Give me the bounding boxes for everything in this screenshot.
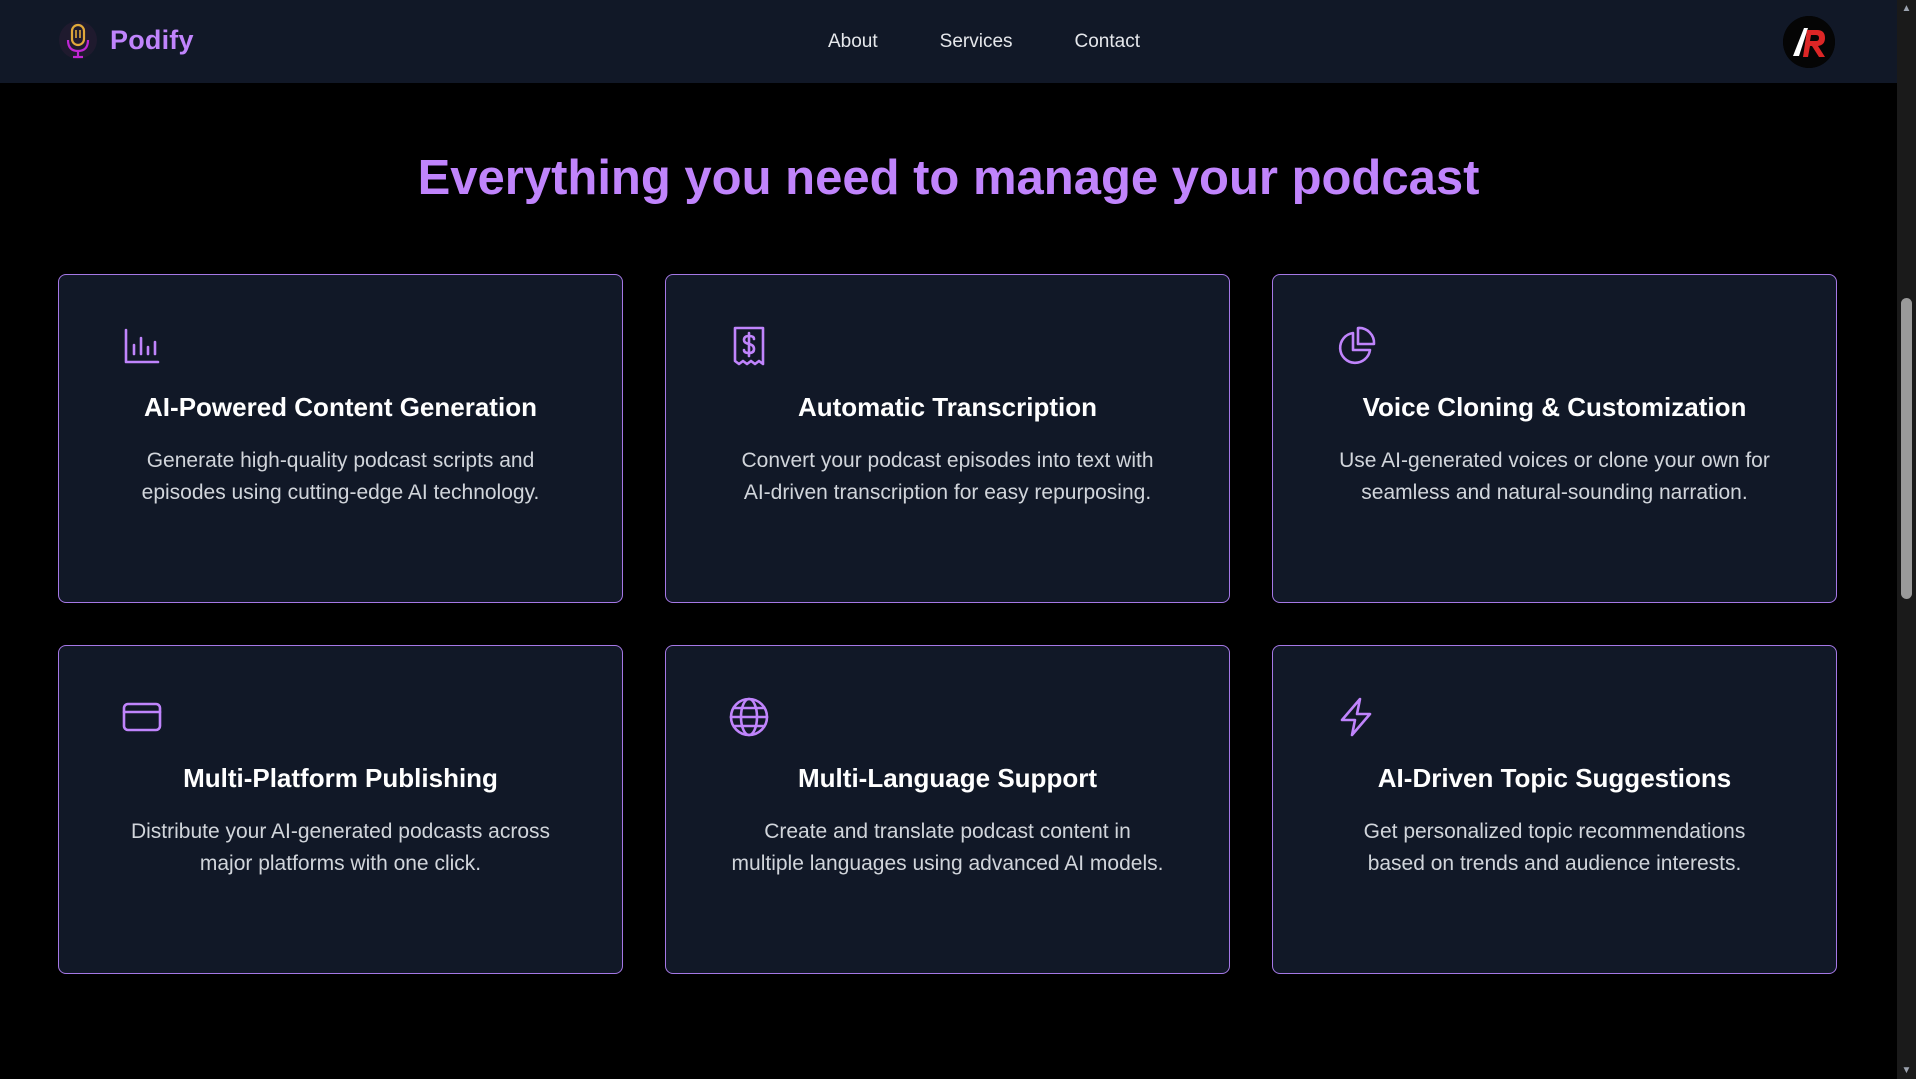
page-scrollbar[interactable]: ▲ ▼ [1897,0,1916,1079]
bar-chart-icon [121,325,163,367]
feature-description: Generate high-quality podcast scripts an… [141,449,540,504]
feature-description: Create and translate podcast content in … [731,820,1164,875]
page-title: Everything you need to manage your podca… [417,151,1480,205]
feature-title: AI-Driven Topic Suggestions [1377,763,1732,793]
nav-link-contact[interactable]: Contact [1075,31,1140,53]
feature-description: Convert your podcast episodes into text … [741,449,1154,504]
main-nav: About Services Contact [828,0,1140,83]
feature-title: Multi-Language Support [798,763,1097,793]
avatar-logo-icon [1783,16,1835,68]
brand-name: Podify [110,24,194,55]
feature-title: Automatic Transcription [797,392,1098,422]
scroll-down-arrow-icon[interactable]: ▼ [1897,1062,1916,1079]
feature-card-publishing: Multi-Platform Publishing Distribute you… [58,645,623,974]
feature-title: Voice Cloning & Customization [1362,392,1747,422]
feature-description: Get personalized topic recommendations b… [1363,820,1746,875]
top-navbar: Podify About Services Contact [0,0,1897,83]
feature-card-topic-suggestions: AI-Driven Topic Suggestions Get personal… [1272,645,1837,974]
nav-link-services[interactable]: Services [940,31,1013,53]
user-avatar[interactable] [1783,16,1835,68]
brand-link[interactable]: Podify [58,18,194,62]
feature-card-voice-cloning: Voice Cloning & Customization Use AI-gen… [1272,274,1837,603]
feature-card-multi-language: Multi-Language Support Create and transl… [665,645,1230,974]
lightning-bolt-icon [1335,696,1377,738]
nav-link-about[interactable]: About [828,31,878,53]
scroll-up-arrow-icon[interactable]: ▲ [1897,0,1916,17]
page: Podify About Services Contact Everything… [0,0,1916,1079]
feature-title: Multi-Platform Publishing [183,763,498,793]
pie-chart-icon [1335,325,1377,367]
feature-card-transcription: Automatic Transcription Convert your pod… [665,274,1230,603]
feature-description: Distribute your AI-generated podcasts ac… [130,820,551,875]
receipt-dollar-icon [728,325,770,367]
scrollbar-thumb[interactable] [1901,298,1912,599]
globe-icon [728,696,770,738]
feature-description: Use AI-generated voices or clone your ow… [1339,449,1770,504]
credit-card-icon [121,696,163,738]
feature-title: AI-Powered Content Generation [144,392,537,422]
feature-card-content-generation: AI-Powered Content Generation Generate h… [58,274,623,603]
microphone-icon [58,18,98,62]
